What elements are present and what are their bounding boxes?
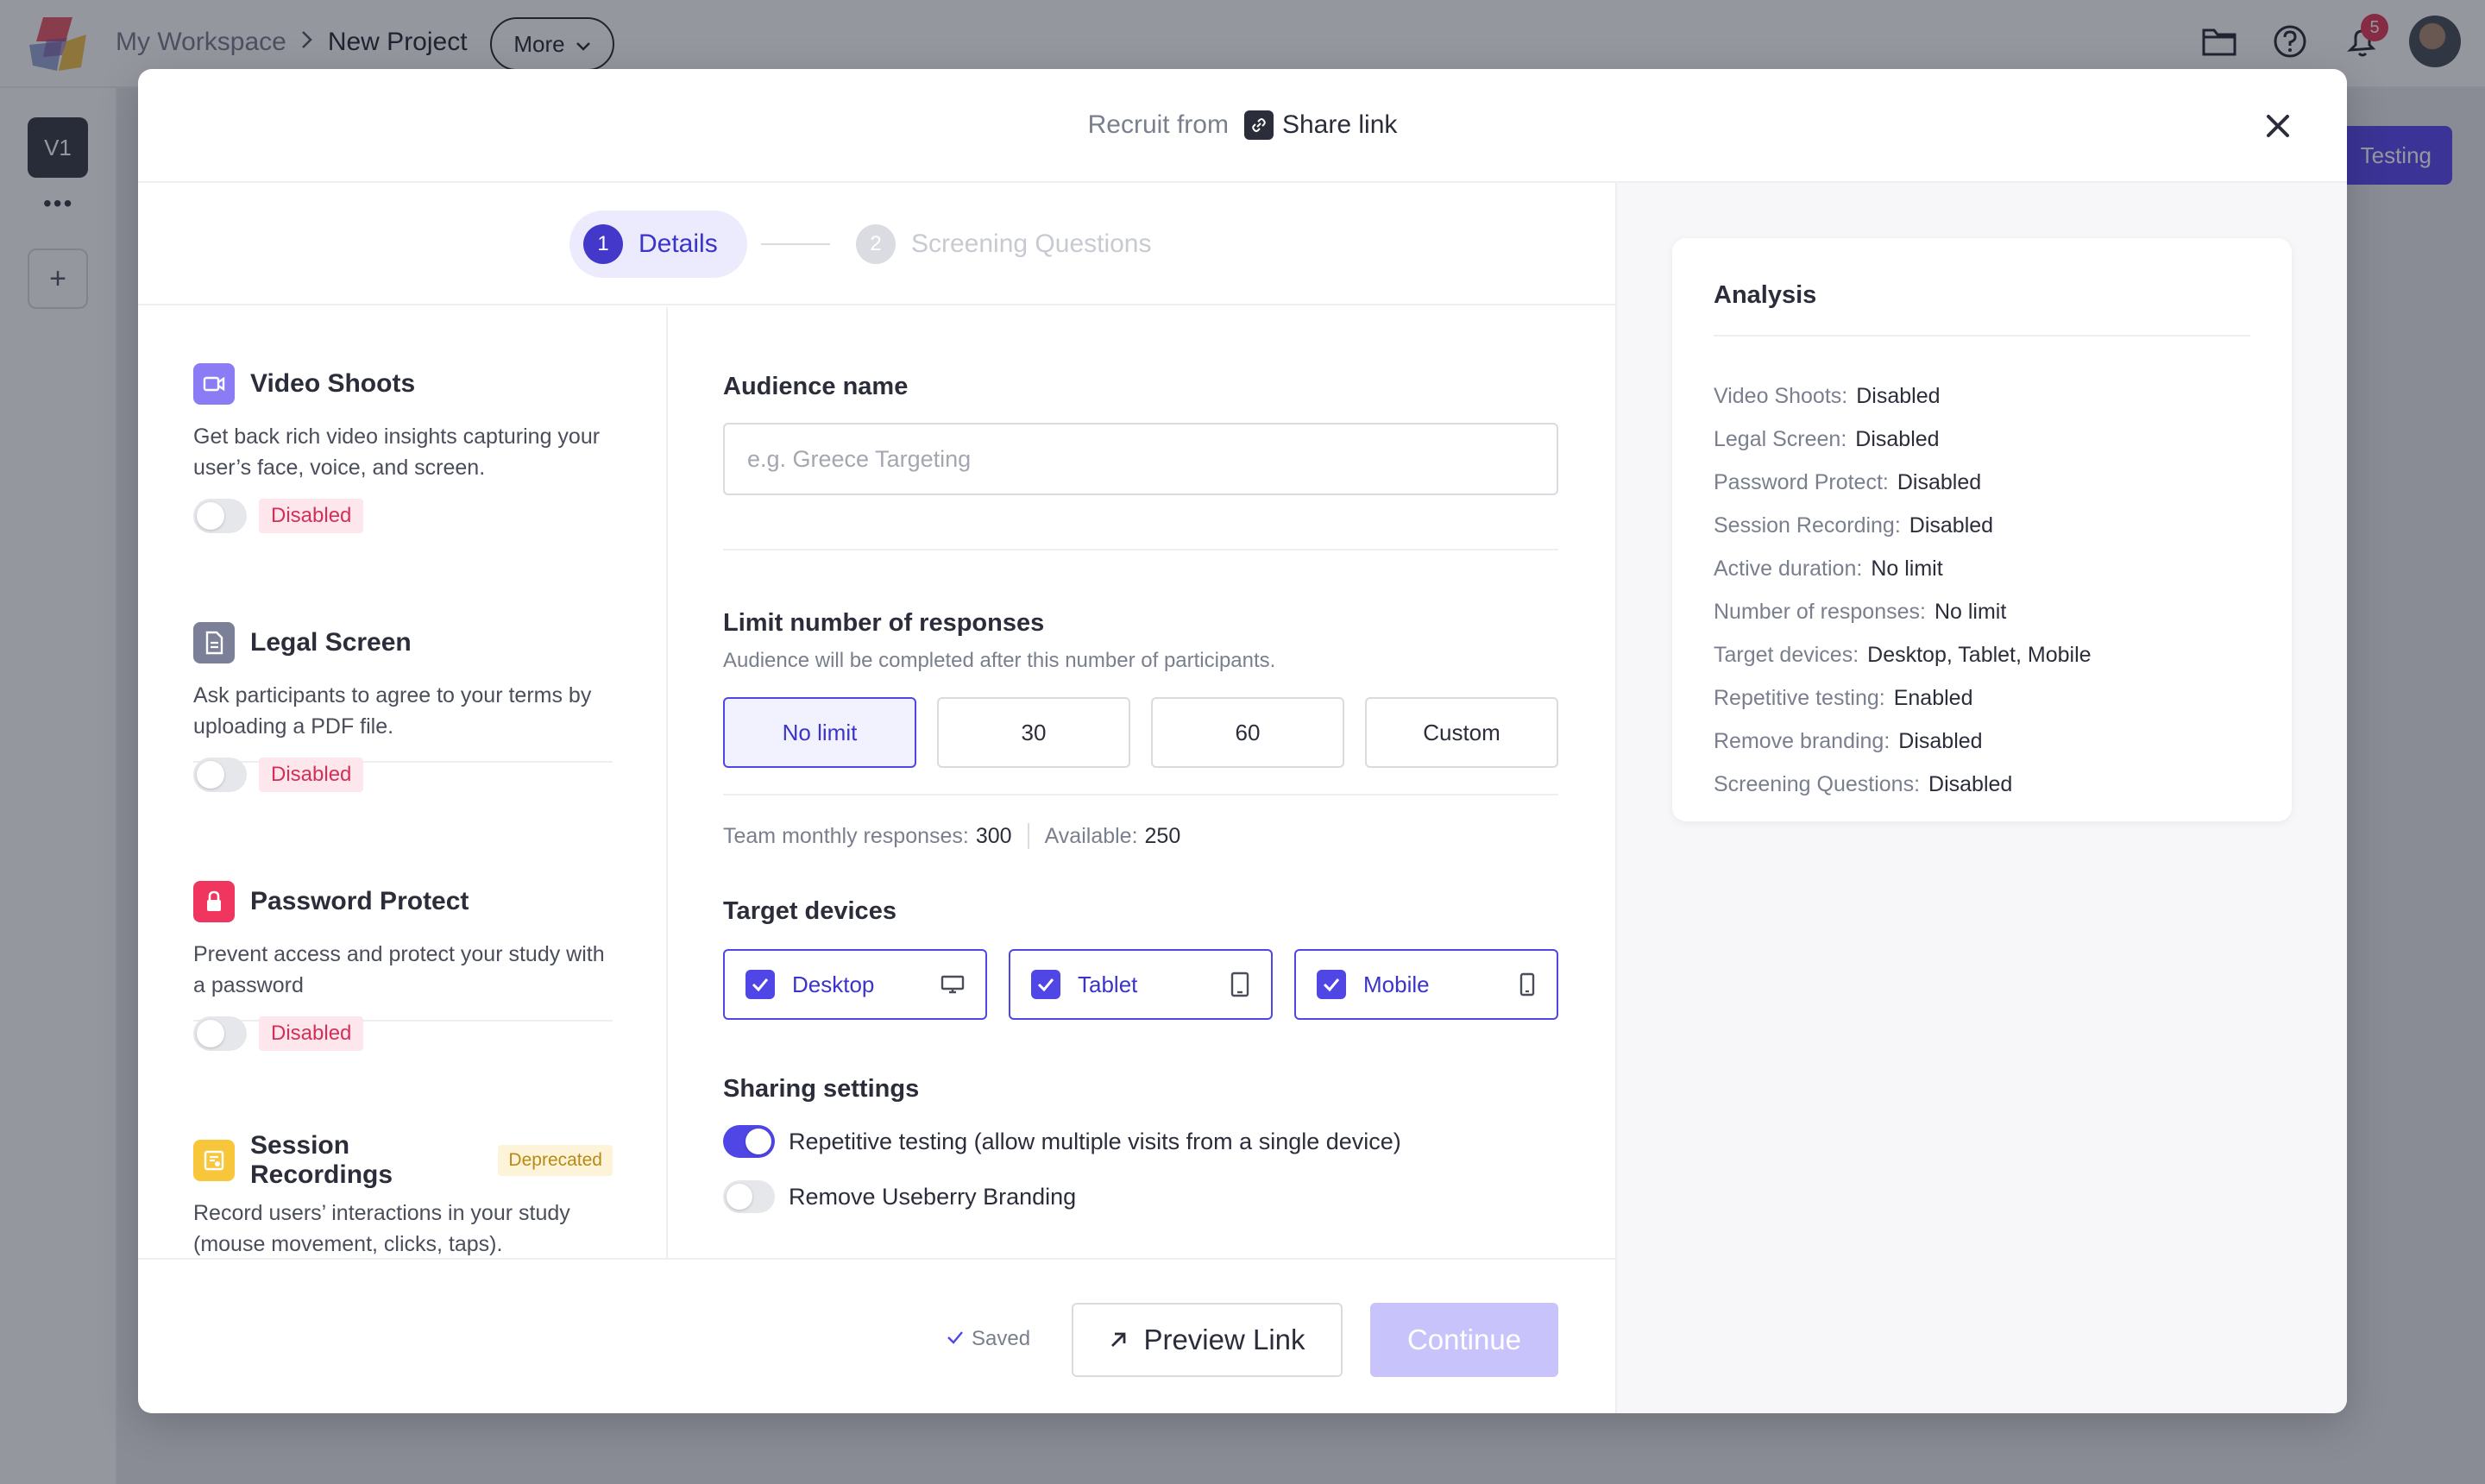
recruit-from-label: Recruit from bbox=[1087, 110, 1229, 139]
desktop-icon bbox=[941, 974, 965, 995]
feature-list: Video Shoots Get back rich video insight… bbox=[138, 307, 668, 1258]
analysis-list: Video Shoots: Disabled Legal Screen: Disab… bbox=[1714, 374, 2092, 806]
analysis-title: Analysis bbox=[1714, 281, 1817, 309]
target-devices-label: Target devices bbox=[723, 897, 896, 925]
limit-responses-hint: Audience will be completed after this nu… bbox=[723, 649, 1276, 672]
status-badge: Disabled bbox=[259, 499, 364, 533]
preview-link-button[interactable]: Preview Link bbox=[1072, 1303, 1343, 1377]
device-label: Desktop bbox=[792, 971, 875, 997]
close-icon bbox=[2267, 115, 2289, 137]
step-number: 1 bbox=[583, 224, 623, 264]
password-protect-toggle[interactable] bbox=[193, 1016, 247, 1051]
analysis-row: Target devices: Desktop, Tablet, Mobile bbox=[1714, 642, 2092, 667]
continue-button[interactable]: Continue bbox=[1370, 1303, 1558, 1377]
check-icon bbox=[946, 1327, 965, 1351]
analysis-row: Password Protect: Disabled bbox=[1714, 469, 1982, 494]
limit-responses-label: Limit number of responses bbox=[723, 609, 1045, 637]
sharing-repetitive-testing: Repetitive testing (allow multiple visit… bbox=[723, 1125, 1401, 1158]
feature-title: Session Recordings bbox=[250, 1131, 393, 1189]
analysis-row: Video Shoots: Disabled bbox=[1714, 383, 1941, 408]
recruit-modal: Recruit from Share link 1 Details 2 Scre… bbox=[138, 69, 2347, 1413]
sharing-option-label: Repetitive testing (allow multiple visit… bbox=[789, 1128, 1401, 1154]
responses-30-button[interactable]: 30 bbox=[937, 697, 1130, 768]
available-label: Available: bbox=[1044, 823, 1138, 848]
device-mobile-checkbox[interactable]: Mobile bbox=[1294, 949, 1558, 1020]
feature-title: Video Shoots bbox=[250, 369, 416, 398]
team-responses-info: Team monthly responses: 300 Available: 2… bbox=[723, 823, 1180, 849]
device-desktop-checkbox[interactable]: Desktop bbox=[723, 949, 987, 1020]
sharing-settings-label: Sharing settings bbox=[723, 1075, 920, 1103]
recording-icon bbox=[193, 1140, 235, 1181]
tablet-icon bbox=[1230, 972, 1250, 997]
video-icon bbox=[193, 363, 235, 405]
step-number: 2 bbox=[856, 224, 896, 264]
details-pane: 1 Details 2 Screening Questions Video Sh… bbox=[138, 183, 1615, 1413]
stepper: 1 Details 2 Screening Questions bbox=[138, 183, 1615, 305]
modal-footer: Saved Preview Link Continue bbox=[138, 1258, 1615, 1413]
device-label: Mobile bbox=[1363, 971, 1430, 997]
audience-form: Audience name Limit number of responses … bbox=[723, 307, 1558, 1258]
document-icon bbox=[193, 622, 235, 663]
feature-legal-screen: Legal Screen Ask participants to agree t… bbox=[193, 621, 613, 792]
divider bbox=[1714, 335, 2250, 336]
available-value: 250 bbox=[1144, 823, 1181, 848]
status-badge: Disabled bbox=[259, 1016, 364, 1051]
checkbox-checked-icon bbox=[1031, 970, 1060, 999]
link-icon bbox=[1243, 110, 1274, 140]
checkbox-checked-icon bbox=[1317, 970, 1346, 999]
responses-no-limit-button[interactable]: No limit bbox=[723, 697, 916, 768]
close-button[interactable] bbox=[2261, 109, 2295, 143]
analysis-row: Screening Questions: Disabled bbox=[1714, 771, 2013, 796]
step-details[interactable]: 1 Details bbox=[569, 211, 747, 278]
step-label: Screening Questions bbox=[911, 230, 1152, 258]
feature-description: Get back rich video insights capturing y… bbox=[193, 424, 601, 480]
team-monthly-value: 300 bbox=[975, 823, 1012, 848]
legal-screen-toggle[interactable] bbox=[193, 758, 247, 792]
mobile-icon bbox=[1519, 972, 1536, 997]
saved-indicator: Saved bbox=[946, 1327, 1030, 1351]
analysis-row: Number of responses: No limit bbox=[1714, 599, 2007, 624]
step-screening-questions[interactable]: 2 Screening Questions bbox=[856, 224, 1152, 264]
divider bbox=[723, 794, 1558, 795]
checkbox-checked-icon bbox=[746, 970, 775, 999]
arrow-up-right-icon bbox=[1109, 1324, 1128, 1356]
feature-title: Password Protect bbox=[250, 887, 469, 915]
feature-description: Prevent access and protect your study wi… bbox=[193, 942, 605, 997]
step-label: Details bbox=[639, 230, 718, 258]
feature-session-recordings: Session Recordings Deprecated Record use… bbox=[193, 1131, 613, 1258]
analysis-row: Active duration: No limit bbox=[1714, 556, 1943, 581]
preview-link-label: Preview Link bbox=[1143, 1324, 1305, 1355]
sharing-remove-branding: Remove Useberry Branding bbox=[723, 1180, 1076, 1213]
analysis-row: Repetitive testing: Enabled bbox=[1714, 685, 1973, 710]
responses-60-button[interactable]: 60 bbox=[1151, 697, 1344, 768]
audience-name-input[interactable] bbox=[723, 423, 1558, 495]
status-badge: Disabled bbox=[259, 758, 364, 792]
share-link-label: Share link bbox=[1281, 110, 1398, 139]
feature-title: Legal Screen bbox=[250, 628, 412, 657]
saved-label: Saved bbox=[972, 1327, 1031, 1350]
feature-video-shoots: Video Shoots Get back rich video insight… bbox=[193, 362, 613, 533]
responses-custom-button[interactable]: Custom bbox=[1365, 697, 1558, 768]
device-tablet-checkbox[interactable]: Tablet bbox=[1009, 949, 1273, 1020]
team-monthly-label: Team monthly responses: bbox=[723, 823, 969, 848]
step-connector bbox=[761, 243, 830, 245]
feature-description: Record users’ interactions in your study… bbox=[193, 1201, 570, 1256]
feature-description: Ask participants to agree to your terms … bbox=[193, 683, 592, 739]
analysis-row: Remove branding: Disabled bbox=[1714, 728, 1983, 753]
remove-branding-toggle[interactable] bbox=[723, 1180, 775, 1213]
analysis-card: Analysis Video Shoots: Disabled Legal Scr… bbox=[1672, 238, 2292, 821]
feature-password-protect: Password Protect Prevent access and prot… bbox=[193, 880, 613, 1051]
sharing-option-label: Remove Useberry Branding bbox=[789, 1183, 1077, 1210]
modal-header: Recruit from Share link bbox=[138, 69, 2347, 183]
video-shoots-toggle[interactable] bbox=[193, 499, 247, 533]
divider bbox=[723, 549, 1558, 550]
analysis-row: Legal Screen: Disabled bbox=[1714, 426, 1940, 451]
lock-icon bbox=[193, 881, 235, 922]
deprecated-badge: Deprecated bbox=[498, 1145, 613, 1176]
analysis-pane: Analysis Video Shoots: Disabled Legal Scr… bbox=[1615, 183, 2347, 1413]
device-label: Tablet bbox=[1078, 971, 1138, 997]
audience-name-label: Audience name bbox=[723, 373, 909, 400]
analysis-row: Session Recording: Disabled bbox=[1714, 512, 1994, 538]
repetitive-testing-toggle[interactable] bbox=[723, 1125, 775, 1158]
